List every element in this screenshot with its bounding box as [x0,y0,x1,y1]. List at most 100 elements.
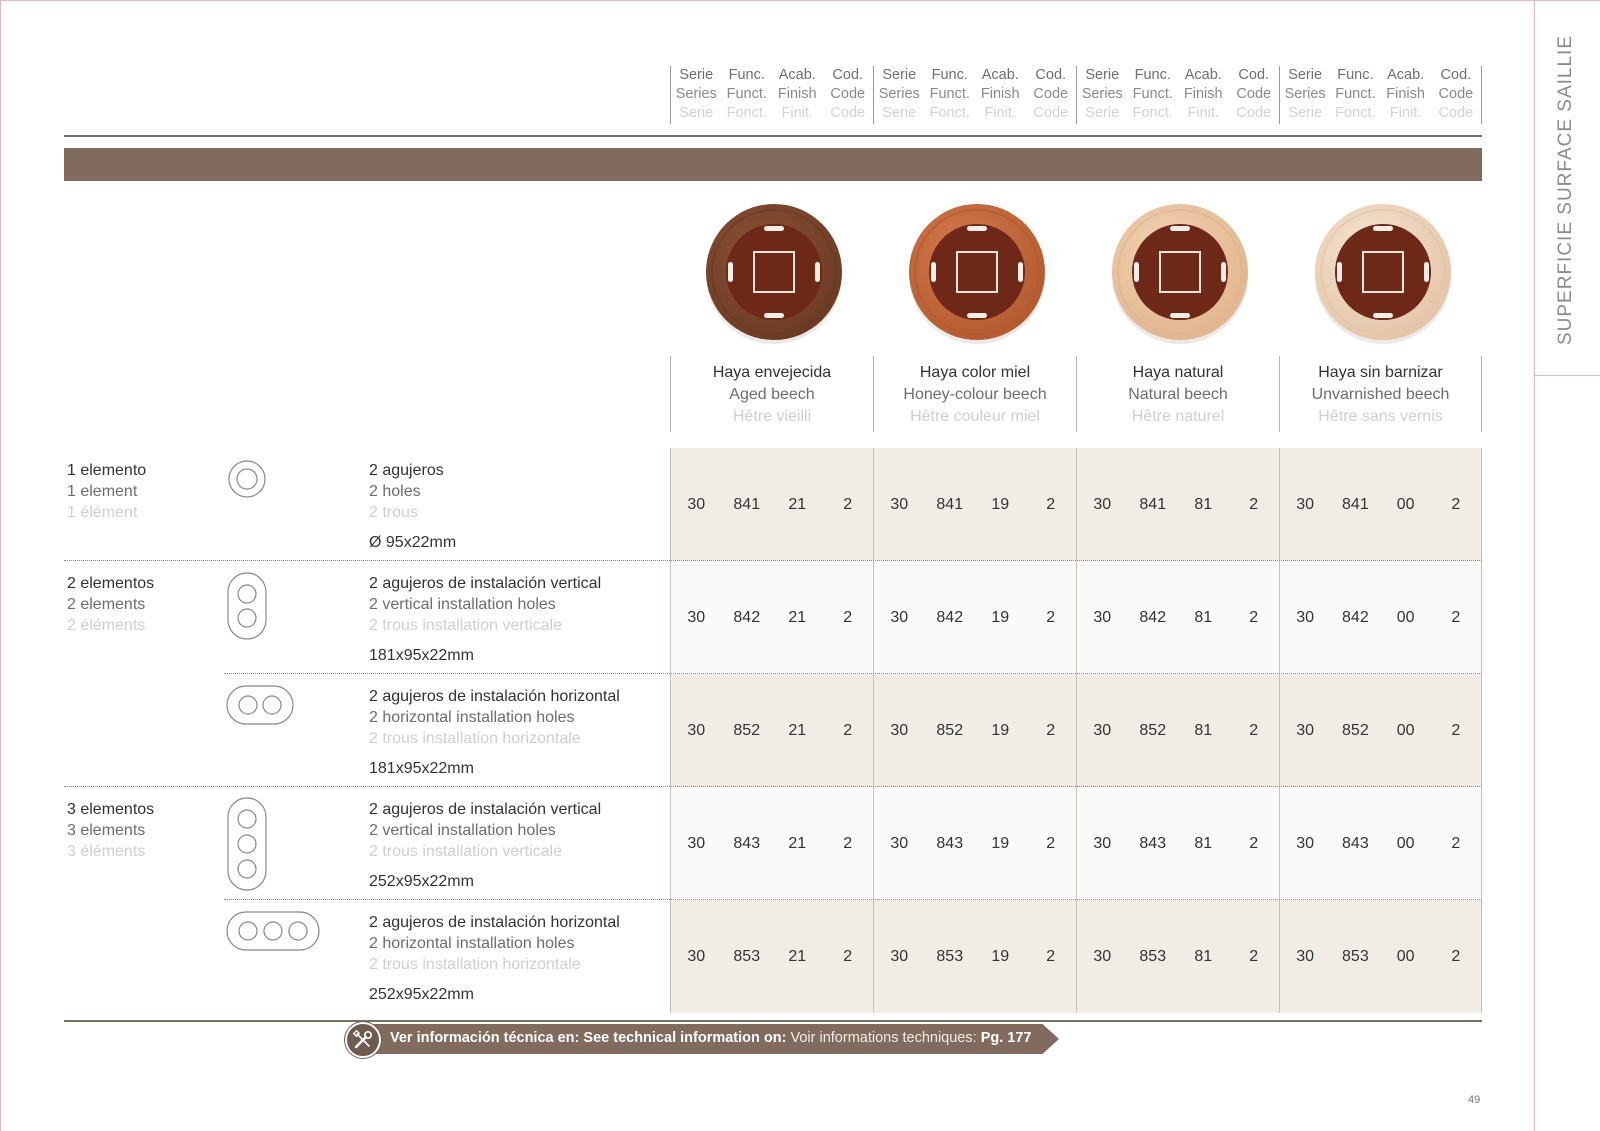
func-code: 841 [936,495,964,513]
column-header-serie: Serie Series Serie [675,67,717,121]
cod-code: 2 [1249,947,1259,965]
table-row: 2 agujeros de instalación horizontal 2 ho… [64,900,1482,1013]
column-header-cod: Cod. Code Code [830,67,866,121]
finish-code: 81 [1194,721,1213,739]
func-code: 852 [1139,721,1167,739]
aged-beech-frame-image [706,204,842,344]
finish-code: 21 [788,947,807,965]
finish-code: 19 [991,721,1010,739]
func-code: 841 [1342,495,1369,513]
column-header-group: Serie Series Serie Func. Funct. Fonct. Acab.… [1076,66,1279,124]
serie-code: 30 [1093,721,1112,739]
func-code: 842 [733,608,761,626]
finish-code: 81 [1194,608,1213,626]
double-horizontal-frame-icon [224,682,296,732]
code-group: 30 843 21 2 [670,787,873,900]
cod-code: 2 [843,608,853,626]
bottom-rule [64,1020,1482,1022]
code-cells: 30 842 21 2 30 842 19 2 30 842 81 2 30 842 00 2 [670,561,1482,674]
serie-code: 30 [1093,834,1112,852]
func-code: 841 [1139,495,1167,513]
column-headers: Serie Series Serie Func. Funct. Fonct. Acab.… [670,66,1482,124]
finish-code: 21 [788,608,807,626]
finish-code: 19 [991,947,1010,965]
column-header-cod: Cod. Code Code [1438,67,1474,121]
unvarnished-beech-frame-image [1315,204,1451,344]
finish-code: 00 [1396,947,1415,965]
code-cells: 30 852 21 2 30 852 19 2 30 852 81 2 30 852 00 2 [670,674,1482,787]
func-code: 852 [1342,721,1369,739]
serie-code: 30 [687,834,706,852]
finish-column-natural-beech: Haya natural Natural beech Hêtre naturel [1076,196,1279,436]
cod-code: 2 [1249,495,1259,513]
column-header-func: Func. Funct. Fonct. [1132,67,1173,121]
finish-column-honey-beech: Haya color miel Honey-colour beech Hêtre c… [873,196,1076,436]
column-header-group: Serie Series Serie Func. Funct. Fonct. Acab.… [670,66,873,124]
cod-code: 2 [1046,495,1056,513]
finish-column-aged-beech: Haya envejecida Aged beech Hêtre vieilli [670,196,873,436]
func-code: 852 [733,721,761,739]
serie-code: 30 [1296,947,1315,965]
finish-code: 19 [991,608,1010,626]
code-group: 30 843 81 2 [1076,787,1279,900]
table-row: 3 elementos 3 elements 3 éléments 2 agujer… [64,787,1482,900]
func-code: 843 [936,834,964,852]
section-title: SUPERFICIE SURFACE SAILLIE [1555,34,1576,346]
code-group: 30 853 81 2 [1076,900,1279,1013]
code-group: 30 841 21 2 [670,448,873,561]
finish-code: 19 [991,834,1010,852]
func-code: 853 [936,947,964,965]
cod-code: 2 [1046,608,1056,626]
cod-code: 2 [1451,495,1461,513]
serie-code: 30 [1296,495,1315,513]
top-rule [64,135,1482,137]
elements-label: 3 elementos 3 elements 3 éléments [67,801,155,860]
description: 2 agujeros de instalación horizontal 2 ho… [369,688,620,777]
finish-code: 00 [1396,721,1415,739]
code-group: 30 852 81 2 [1076,674,1279,787]
cod-code: 2 [1451,608,1461,626]
elements-label: 2 elementos 2 elements 2 éléments [67,575,155,634]
func-code: 843 [733,834,761,852]
code-group: 30 853 21 2 [670,900,873,1013]
column-header-group: Serie Series Serie Func. Funct. Fonct. Acab.… [873,66,1076,124]
technical-info-text: Ver información técnica en: See technica… [390,1030,1032,1046]
description: 2 agujeros de instalación vertical 2 vert… [369,801,602,890]
section-band [64,148,1482,181]
finish-column-unvarnished-beech: Haya sin barnizar Unvarnished beech Hêtre … [1279,196,1482,436]
func-code: 853 [1342,947,1369,965]
single-round-frame-icon [224,456,270,506]
finish-name: Haya natural Natural beech Hêtre naturel [1076,356,1279,432]
serie-code: 30 [890,495,909,513]
table-row: 1 elemento 1 element 1 élément 2 agujeros 2… [64,448,1482,561]
cod-code: 2 [1046,947,1056,965]
description: 2 agujeros de instalación vertical 2 vert… [369,575,602,664]
func-code: 843 [1342,834,1369,852]
finish-code: 21 [788,495,807,513]
column-header-cod: Cod. Code Code [1236,67,1272,121]
column-header-func: Func. Funct. Fonct. [726,67,767,121]
cod-code: 2 [843,495,853,513]
triple-horizontal-frame-icon [224,908,322,958]
elements-label: 1 elemento 1 element 1 élément [67,462,147,521]
cod-code: 2 [1451,947,1461,965]
serie-code: 30 [1093,947,1112,965]
finish-code: 21 [788,721,807,739]
func-code: 842 [936,608,964,626]
serie-code: 30 [890,721,909,739]
triple-vertical-frame-icon [224,795,270,897]
finish-code: 21 [788,834,807,852]
code-group: 30 843 00 2 [1279,787,1482,900]
code-group: 30 853 19 2 [873,900,1076,1013]
finish-code: 00 [1396,608,1415,626]
func-code: 853 [733,947,761,965]
product-table: 1 elemento 1 element 1 élément 2 agujeros 2… [64,448,1482,1013]
code-group: 30 842 19 2 [873,561,1076,674]
code-group: 30 841 19 2 [873,448,1076,561]
func-code: 852 [936,721,964,739]
column-header-serie: Serie Series Serie [1081,67,1123,121]
func-code: 841 [733,495,761,513]
code-cells: 30 853 21 2 30 853 19 2 30 853 81 2 30 853 00 2 [670,900,1482,1013]
technical-info-page: Pg. 177 [980,1030,1032,1046]
code-group: 30 841 00 2 [1279,448,1482,561]
